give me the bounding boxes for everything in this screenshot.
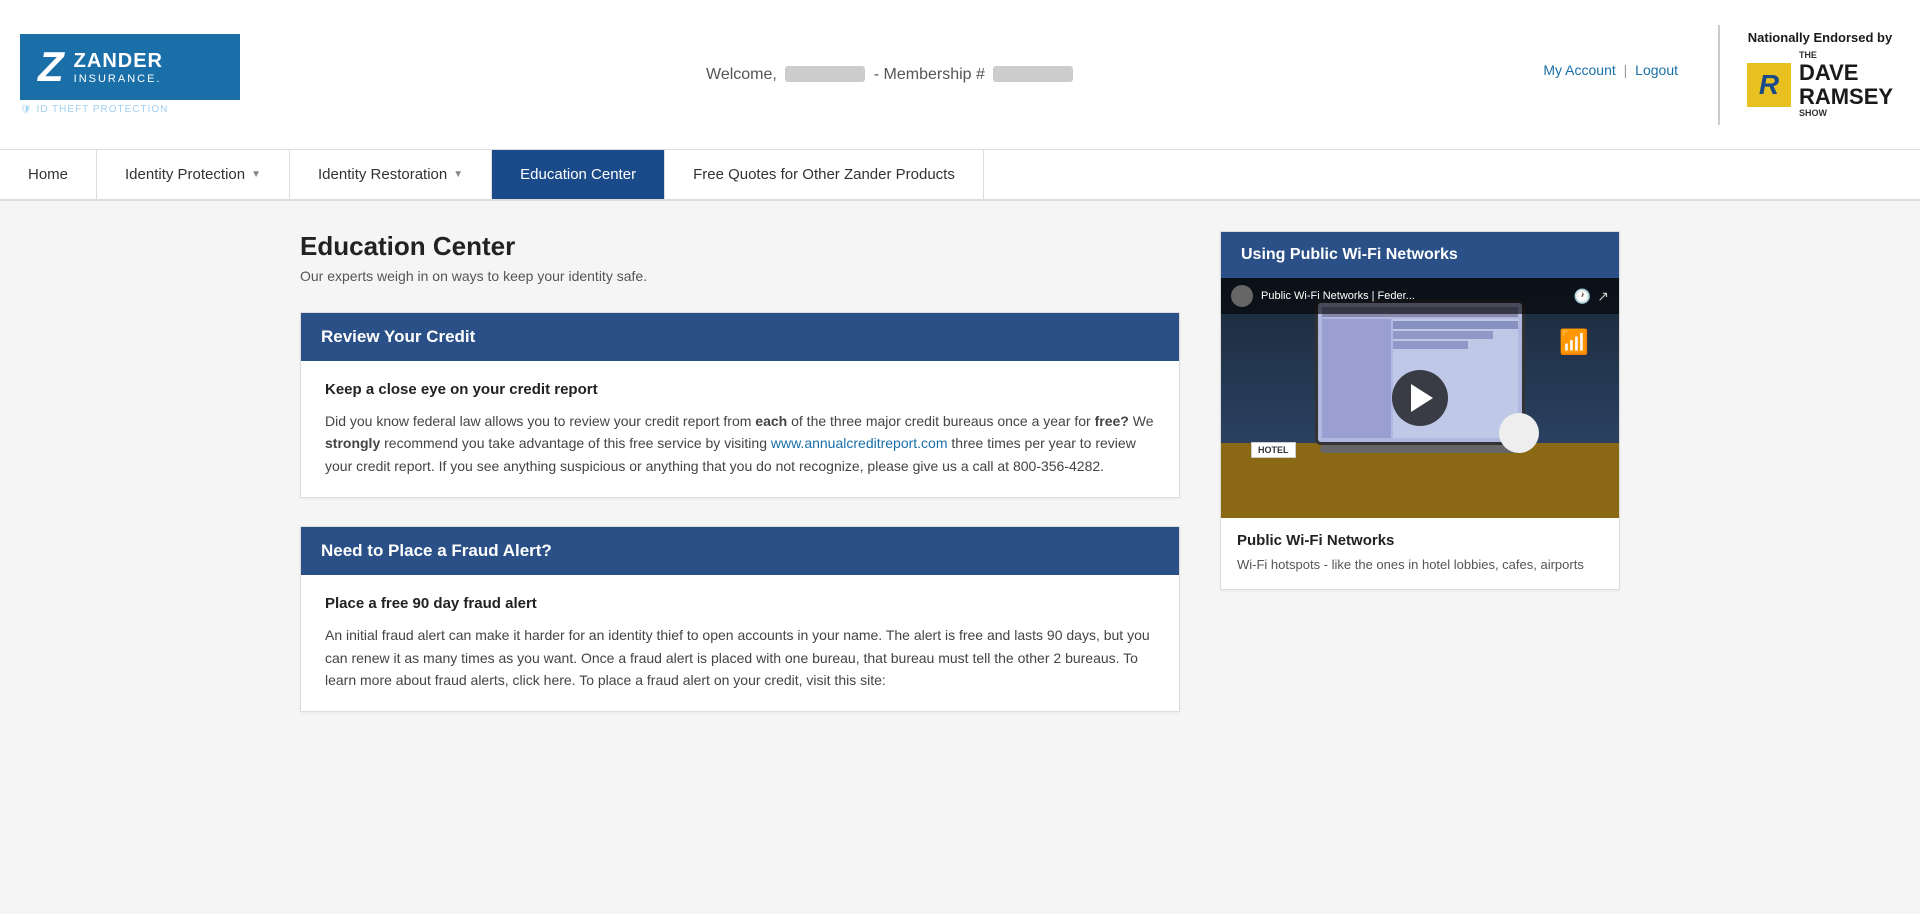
wifi-icon: 📶: [1559, 328, 1589, 357]
header-divider: [1718, 25, 1720, 125]
logo-text: Zander INSURANCE.: [74, 50, 163, 85]
video-monitor-base: [1320, 445, 1520, 453]
logo-tagline: ID THEFT PROTECTION: [20, 104, 168, 115]
identity-restoration-arrow: ▼: [453, 169, 463, 180]
logo-insurance: INSURANCE.: [74, 73, 163, 85]
nav-identity-protection[interactable]: Identity Protection ▼: [97, 150, 290, 199]
dr-dave: DAVE: [1799, 61, 1893, 85]
dave-ramsey-logo: R THE DAVE RAMSEY SHOW: [1747, 51, 1893, 119]
screen-line2: [1393, 331, 1493, 339]
dave-ramsey-endorsement: Nationally Endorsed by R THE DAVE RAMSEY…: [1740, 30, 1900, 119]
page-title: Education Center: [300, 231, 1180, 262]
review-credit-subheading: Keep a close eye on your credit report: [325, 381, 1155, 398]
welcome-area: Welcome, - Membership #: [240, 66, 1543, 84]
logo: Z Zander INSURANCE.: [20, 34, 240, 100]
play-triangle: [1411, 384, 1433, 412]
nationally-endorsed-text: Nationally Endorsed by: [1748, 30, 1892, 45]
review-credit-text: Did you know federal law allows you to r…: [325, 410, 1155, 477]
fraud-alert-subheading: Place a free 90 day fraud alert: [325, 595, 1155, 612]
header-right: My Account | Logout Nationally Endorsed …: [1543, 25, 1900, 125]
screen-line3: [1393, 341, 1468, 349]
nav-education-center[interactable]: Education Center: [492, 150, 665, 199]
sidebar: Using Public Wi-Fi Networks: [1220, 231, 1620, 740]
account-links-area: My Account | Logout: [1543, 62, 1678, 88]
my-account-link[interactable]: My Account: [1543, 62, 1615, 78]
welcome-text: Welcome, - Membership #: [240, 66, 1543, 84]
hotel-sign: HOTEL: [1251, 442, 1296, 458]
fraud-alert-header: Need to Place a Fraud Alert?: [301, 527, 1179, 575]
account-links[interactable]: My Account | Logout: [1543, 62, 1678, 78]
user-name-blurred: [785, 66, 865, 82]
desk-lamp: [1499, 413, 1539, 453]
membership-number-blurred: [993, 66, 1073, 82]
play-button[interactable]: [1392, 370, 1448, 426]
logout-link[interactable]: Logout: [1635, 62, 1678, 78]
nav-identity-restoration[interactable]: Identity Restoration ▼: [290, 150, 492, 199]
review-credit-header: Review Your Credit: [301, 313, 1179, 361]
video-info-desc: Wi-Fi hotspots - like the ones in hotel …: [1237, 555, 1603, 575]
fraud-alert-card: Need to Place a Fraud Alert? Place a fre…: [300, 526, 1180, 712]
video-top-bar: Public Wi-Fi Networks | Feder... 🕐 ↗: [1221, 278, 1619, 314]
review-credit-body: Keep a close eye on your credit report D…: [301, 361, 1179, 497]
identity-protection-arrow: ▼: [251, 169, 261, 180]
fraud-alert-body: Place a free 90 day fraud alert An initi…: [301, 575, 1179, 711]
logo-area: Z Zander INSURANCE. ID THEFT PROTECTION: [20, 34, 240, 115]
video-thumbnail[interactable]: HOTEL 📶 Public Wi-Fi Networks | Feder...…: [1221, 278, 1619, 518]
video-title-overlay: Public Wi-Fi Networks | Feder...: [1261, 290, 1566, 302]
main-nav: Home Identity Protection ▼ Identity Rest…: [0, 150, 1920, 201]
video-channel-icon: [1231, 285, 1253, 307]
video-card: Using Public Wi-Fi Networks: [1220, 231, 1620, 590]
nav-free-quotes[interactable]: Free Quotes for Other Zander Products: [665, 150, 984, 199]
nav-home[interactable]: Home: [0, 150, 97, 199]
dr-name-text: THE DAVE RAMSEY SHOW: [1799, 51, 1893, 119]
logo-z-letter: Z: [38, 46, 64, 88]
video-info-title: Public Wi-Fi Networks: [1237, 532, 1603, 549]
video-card-header: Using Public Wi-Fi Networks: [1221, 232, 1619, 278]
screen-line1: [1393, 321, 1518, 329]
main-content: Education Center Our experts weigh in on…: [260, 201, 1660, 770]
header: Z Zander INSURANCE. ID THEFT PROTECTION …: [0, 0, 1920, 150]
page-subtitle: Our experts weigh in on ways to keep you…: [300, 268, 1180, 284]
video-info: Public Wi-Fi Networks Wi-Fi hotspots - l…: [1221, 518, 1619, 589]
dr-show: SHOW: [1799, 109, 1893, 119]
dr-ramsey: RAMSEY: [1799, 85, 1893, 109]
video-controls: 🕐 ↗: [1574, 288, 1609, 305]
review-credit-card: Review Your Credit Keep a close eye on y…: [300, 312, 1180, 498]
dr-r-icon: R: [1747, 63, 1791, 107]
fraud-alert-text: An initial fraud alert can make it harde…: [325, 624, 1155, 691]
logo-zander: Zander: [74, 50, 163, 73]
clock-icon: 🕐: [1574, 288, 1591, 305]
share-icon: ↗: [1597, 288, 1609, 305]
content-left: Education Center Our experts weigh in on…: [300, 231, 1180, 740]
screen-sidebar: [1322, 319, 1391, 438]
annual-credit-report-link[interactable]: www.annualcreditreport.com: [771, 435, 948, 451]
